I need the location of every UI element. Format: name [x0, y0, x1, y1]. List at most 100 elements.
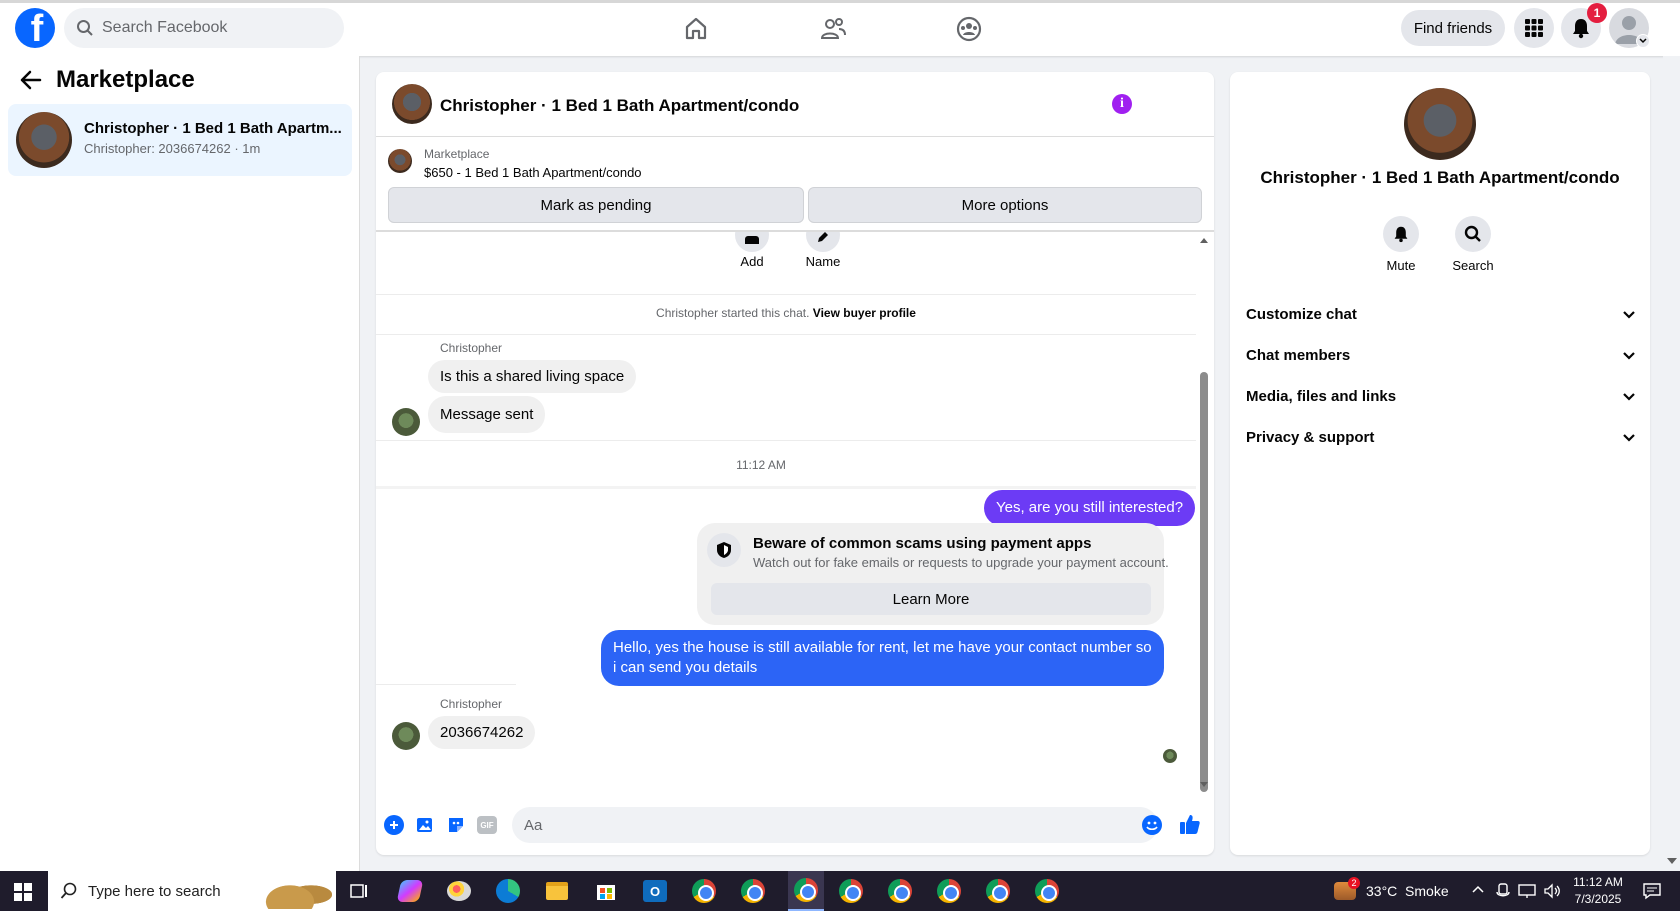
message-list[interactable]: Add Name Christopher started this chat. … — [376, 232, 1196, 802]
outgoing-message[interactable]: Yes, are you still interested? — [984, 490, 1196, 526]
chrome-profile-icon[interactable] — [984, 878, 1012, 904]
chrome-profile-active-icon[interactable] — [788, 871, 824, 911]
grid-menu-icon — [1524, 18, 1544, 38]
details-title: Christopher · 1 Bed 1 Bath Apartment/con… — [1260, 168, 1620, 187]
menu-button[interactable] — [1514, 8, 1554, 48]
taskbar-search-box[interactable]: Type here to search — [48, 871, 336, 911]
account-chevron-icon[interactable] — [1636, 34, 1650, 48]
chrome-profile-icon[interactable] — [837, 878, 865, 904]
home-nav-icon[interactable] — [683, 16, 709, 42]
outgoing-message[interactable]: Hello, yes the house is still available … — [601, 630, 1164, 686]
sender-avatar[interactable] — [392, 722, 420, 750]
windows-taskbar: Type here to search O 2 33°C Smoke 11:12… — [0, 871, 1680, 911]
weather-widget[interactable]: 2 33°C Smoke — [1334, 871, 1454, 911]
paint-app-icon[interactable] — [445, 878, 473, 904]
header-divider — [376, 136, 1214, 137]
volume-icon[interactable] — [1543, 883, 1561, 899]
conversation-details-pane: Christopher · 1 Bed 1 Bath Apartment/con… — [1230, 72, 1650, 855]
chat-header-avatar[interactable] — [392, 84, 432, 124]
sender-avatar[interactable] — [392, 408, 420, 436]
scam-warning-text: Watch out for fake emails or requests to… — [753, 555, 1169, 570]
facebook-logo-icon[interactable]: f — [15, 8, 55, 48]
chrome-profile-icon[interactable] — [935, 878, 963, 904]
customize-chat-section[interactable]: Customize chat — [1246, 294, 1636, 334]
system-clock[interactable]: 11:12 AM 7/3/2025 — [1568, 874, 1628, 908]
privacy-support-section[interactable]: Privacy & support — [1246, 417, 1636, 457]
outlook-icon[interactable]: O — [641, 878, 669, 904]
photo-icon[interactable] — [415, 815, 435, 835]
sender-name: Christopher — [440, 697, 503, 711]
meet-now-icon[interactable] — [1496, 883, 1510, 899]
mute-button[interactable] — [1383, 216, 1419, 252]
chrome-profile-icon[interactable] — [739, 878, 767, 904]
divider — [376, 294, 1196, 295]
search-in-conversation-button[interactable] — [1455, 216, 1491, 252]
more-options-label: More options — [961, 196, 1049, 214]
edge-browser-icon[interactable] — [494, 878, 522, 904]
weather-badge: 2 — [1348, 877, 1360, 889]
sticker-icon[interactable] — [446, 815, 466, 835]
back-arrow-icon[interactable] — [20, 70, 42, 90]
chrome-profile-icon[interactable] — [1033, 878, 1061, 904]
incoming-message[interactable]: 2036674262 — [428, 716, 536, 749]
name-label: Name — [805, 254, 841, 269]
file-explorer-icon[interactable] — [543, 878, 571, 904]
show-hidden-icons-chevron-icon[interactable] — [1472, 885, 1484, 893]
chrome-icon[interactable] — [690, 878, 718, 904]
scroll-up-arrow-icon[interactable] — [1200, 238, 1208, 243]
emoji-icon[interactable] — [1142, 815, 1162, 835]
divider — [376, 684, 516, 685]
chevron-down-icon — [1622, 310, 1636, 319]
mute-label: Mute — [1386, 258, 1416, 273]
windows-start-icon[interactable] — [14, 883, 32, 901]
view-buyer-profile-link[interactable]: View buyer profile — [813, 306, 916, 320]
edit-name-icon[interactable] — [806, 232, 840, 252]
groups-nav-icon[interactable] — [956, 16, 982, 42]
search-box[interactable]: Search Facebook — [64, 8, 344, 48]
more-options-button[interactable]: More options — [808, 187, 1202, 223]
add-attachment-icon[interactable] — [384, 815, 404, 835]
media-files-links-section[interactable]: Media, files and links — [1246, 376, 1636, 416]
divider — [376, 486, 1196, 489]
action-center-icon[interactable] — [1642, 881, 1662, 901]
add-people-icon[interactable] — [735, 232, 769, 252]
like-thumbs-up-icon[interactable] — [1179, 813, 1201, 835]
message-input[interactable]: Aa — [512, 807, 1158, 843]
divider — [376, 440, 1196, 441]
scroll-down-arrow-icon[interactable] — [1200, 782, 1208, 787]
conversation-info-icon[interactable]: i — [1112, 94, 1132, 114]
clock-time: 11:12 AM — [1573, 875, 1623, 889]
sender-name: Christopher — [440, 341, 503, 355]
learn-more-button[interactable]: Learn More — [711, 583, 1151, 615]
search-input[interactable]: Search Facebook — [102, 19, 227, 37]
details-avatar[interactable] — [1404, 88, 1476, 160]
copilot-icon[interactable] — [396, 878, 424, 904]
message-timestamp: 11:12 AM — [736, 458, 786, 472]
microsoft-store-icon[interactable] — [592, 878, 620, 904]
marketplace-inbox-pane: Marketplace Christopher · 1 Bed 1 Bath A… — [0, 56, 360, 871]
incoming-message[interactable]: Message sent — [428, 396, 546, 433]
gif-icon[interactable]: GIF — [477, 816, 497, 834]
conversation-item[interactable]: Christopher · 1 Bed 1 Bath Apartm... Chr… — [8, 104, 352, 176]
bell-icon — [1393, 225, 1409, 243]
chrome-profile-icon[interactable] — [886, 878, 914, 904]
chat-header-title[interactable]: Christopher · 1 Bed 1 Bath Apartment/con… — [440, 96, 799, 116]
friends-nav-icon[interactable] — [819, 16, 847, 42]
task-view-icon[interactable] — [345, 878, 373, 904]
mark-as-pending-button[interactable]: Mark as pending — [388, 187, 804, 223]
chat-members-section[interactable]: Chat members — [1246, 335, 1636, 375]
divider — [376, 334, 1196, 335]
network-icon[interactable] — [1518, 883, 1536, 899]
page-scroll-down-icon[interactable] — [1667, 858, 1677, 864]
listing-title[interactable]: $650 - 1 Bed 1 Bath Apartment/condo — [424, 165, 642, 180]
search-highlight-illustration-icon — [262, 873, 332, 909]
find-friends-button[interactable]: Find friends — [1401, 10, 1505, 46]
page-scrollbar-track[interactable] — [1663, 56, 1680, 871]
clock-date: 7/3/2025 — [1574, 892, 1622, 906]
chat-panel: Christopher · 1 Bed 1 Bath Apartment/con… — [376, 72, 1214, 855]
scrollbar-thumb[interactable] — [1200, 372, 1208, 792]
taskbar-search-placeholder: Type here to search — [88, 882, 221, 900]
incoming-message[interactable]: Is this a shared living space — [428, 360, 637, 393]
chat-started-text: Christopher started this chat. — [656, 306, 810, 320]
bell-icon — [1571, 17, 1591, 39]
